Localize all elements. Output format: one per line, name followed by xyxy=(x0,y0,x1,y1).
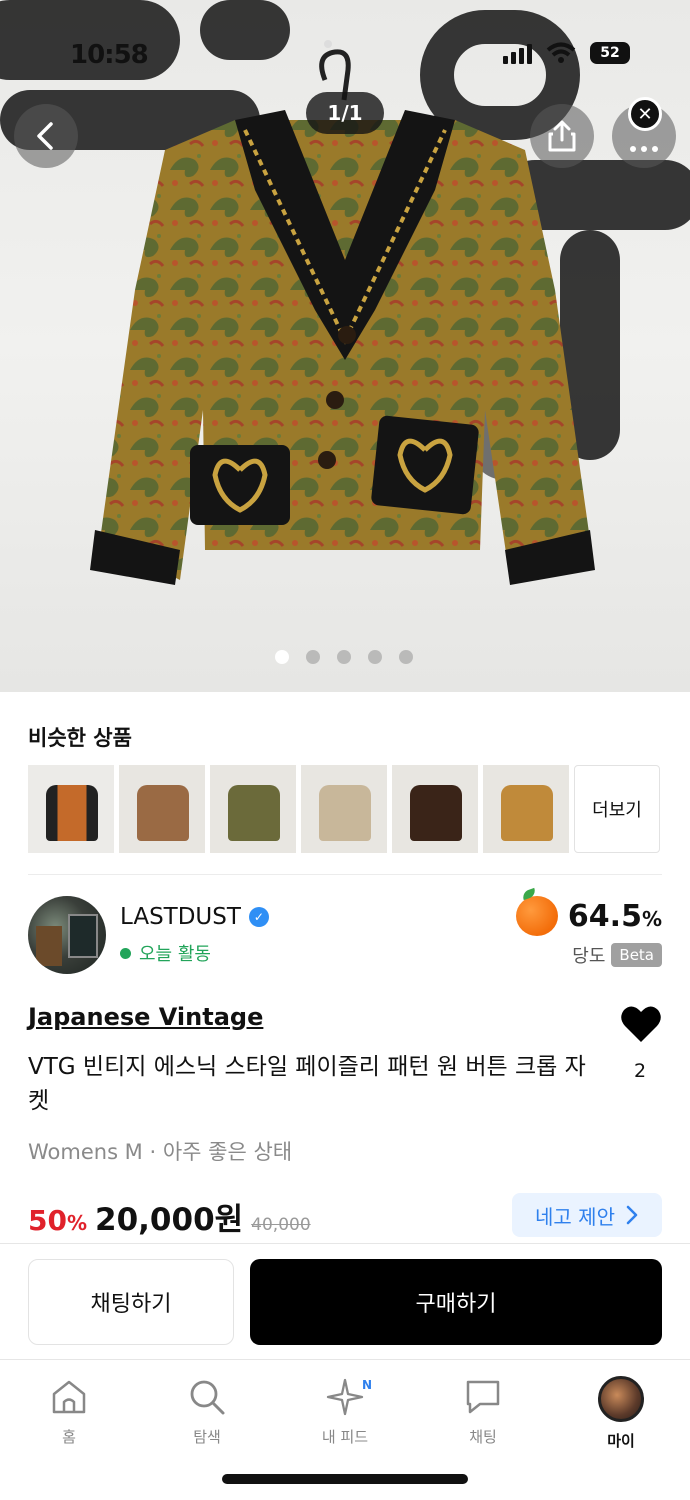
carousel-dot[interactable] xyxy=(368,650,382,664)
search-icon xyxy=(190,1380,225,1415)
chat-button[interactable]: 채팅하기 xyxy=(28,1259,234,1345)
seller-avatar[interactable] xyxy=(28,896,106,974)
tab-my-feed[interactable]: N 내 피드 xyxy=(276,1362,414,1462)
divider xyxy=(28,874,662,875)
carousel-dot[interactable] xyxy=(337,650,351,664)
my-avatar xyxy=(598,1376,644,1422)
share-icon xyxy=(548,120,576,152)
brand-link[interactable]: Japanese Vintage xyxy=(28,1003,263,1031)
sweetness-score[interactable]: 64.5% 당도 Beta xyxy=(515,896,662,968)
beta-badge: Beta xyxy=(611,943,662,967)
heart-icon[interactable] xyxy=(620,1004,662,1044)
product-meta: Womens M · 아주 좋은 상태 xyxy=(28,1140,293,1164)
buy-button[interactable]: 구매하기 xyxy=(250,1259,662,1345)
seller-name-row[interactable]: LASTDUST ✓ xyxy=(120,904,269,930)
tab-home[interactable]: 홈 xyxy=(0,1362,138,1462)
seller-activity: 오늘 활동 xyxy=(120,940,211,966)
similar-product-thumb[interactable] xyxy=(28,765,114,853)
carousel-dot[interactable] xyxy=(275,650,289,664)
status-icons: 52 xyxy=(503,42,630,64)
carousel-dot[interactable] xyxy=(306,650,320,664)
similar-product-thumb[interactable] xyxy=(392,765,478,853)
price-row: 50% 20,000원 40,000 xyxy=(28,1194,311,1239)
carousel-dot[interactable] xyxy=(399,650,413,664)
similar-products-title: 비슷한 상품 xyxy=(28,726,132,750)
chevron-right-icon xyxy=(626,1205,638,1225)
discount-rate: 50% xyxy=(28,1204,88,1237)
home-indicator xyxy=(222,1474,468,1484)
like-count: 2 xyxy=(634,1060,647,1082)
verified-icon: ✓ xyxy=(248,907,269,927)
share-button[interactable] xyxy=(530,104,594,168)
new-badge: N xyxy=(356,1374,378,1396)
similar-products-list: 더보기 xyxy=(28,765,660,853)
similar-product-thumb[interactable] xyxy=(483,765,569,853)
online-dot-icon xyxy=(120,947,131,959)
status-time: 10:58 xyxy=(70,40,149,70)
signal-icon xyxy=(503,42,532,64)
back-button[interactable] xyxy=(14,104,78,168)
similar-product-thumb[interactable] xyxy=(301,765,387,853)
action-bar: 채팅하기 구매하기 xyxy=(0,1243,690,1360)
seller-name[interactable]: LASTDUST xyxy=(120,904,241,930)
orange-icon xyxy=(515,896,558,936)
tab-chat[interactable]: 채팅 xyxy=(414,1362,552,1462)
chevron-left-icon xyxy=(37,122,53,150)
score-value: 64.5% xyxy=(567,898,662,934)
product-image[interactable]: 10:58 52 1/1 ✕ xyxy=(0,0,690,692)
battery-icon: 52 xyxy=(590,42,630,64)
more-icon xyxy=(630,146,658,152)
similar-product-thumb[interactable] xyxy=(119,765,205,853)
original-price: 40,000 xyxy=(251,1215,311,1235)
home-icon xyxy=(52,1380,86,1414)
tab-search[interactable]: 탐색 xyxy=(138,1362,276,1462)
image-counter: 1/1 xyxy=(306,92,384,134)
bottom-tab-bar: 홈 탐색 N 내 피드 채팅 마이 xyxy=(0,1362,690,1462)
close-icon[interactable]: ✕ xyxy=(628,97,662,131)
nego-offer-button[interactable]: 네고 제안 xyxy=(512,1193,662,1237)
chat-icon xyxy=(466,1380,500,1414)
tab-my[interactable]: 마이 xyxy=(552,1362,690,1462)
jacket-image xyxy=(90,110,595,585)
similar-product-thumb[interactable] xyxy=(210,765,296,853)
similar-more-button[interactable]: 더보기 xyxy=(574,765,660,853)
price: 20,000원 xyxy=(95,1202,244,1238)
product-title: VTG 빈티지 에스닉 스타일 페이즐리 패턴 원 버튼 크롭 자켓 xyxy=(28,1054,586,1114)
score-label: 당도 xyxy=(572,946,606,967)
carousel-dots xyxy=(275,650,413,664)
wifi-icon xyxy=(546,42,576,63)
